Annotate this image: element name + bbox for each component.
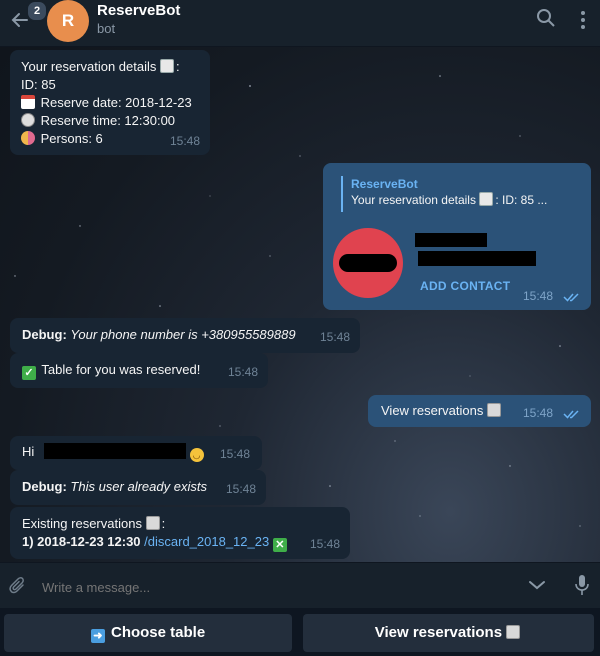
discard-command-link[interactable]: /discard_2018_12_23 (144, 534, 269, 549)
message-time: 15:48 (225, 482, 256, 496)
message-text: This user already exists (70, 479, 207, 494)
microphone-icon[interactable] (574, 574, 590, 596)
double-check-icon (563, 293, 579, 302)
redacted-contact-name (415, 233, 487, 247)
reply-text-tail: : ID: 85 ... (495, 193, 548, 207)
clipboard-icon (506, 625, 521, 639)
message-line: 1) 2018-12-23 12:30 /discard_2018_12_23 … (22, 533, 338, 552)
view-reservations-button[interactable]: View reservations (303, 614, 594, 652)
message-time: 15:48 (319, 330, 350, 344)
debug-label: Debug: (22, 479, 67, 494)
message-line: ID: 85 (21, 77, 56, 92)
keyboard-button-label: View reservations (374, 624, 503, 641)
clipboard-icon (145, 516, 160, 530)
message-time: 15:48 (522, 289, 553, 303)
reply-quote[interactable]: ReserveBot Your reservation details : ID… (341, 176, 591, 212)
message-text: Your phone number is +380955589889 (70, 327, 296, 342)
message-time: 15:48 (219, 447, 250, 461)
message-line: Reserve time: 12:30:00 (21, 112, 199, 130)
message-view-reservations: View reservations 15:48 (368, 395, 591, 427)
message-debug-user-exists: Debug: This user already exists 15:48 (10, 470, 266, 505)
double-check-icon (563, 410, 579, 419)
message-input[interactable] (40, 573, 514, 601)
message-existing-reservations: Existing reservations : 1) 2018-12-23 12… (10, 507, 350, 559)
message-time: 15:48 (227, 365, 258, 379)
reply-author: ReserveBot (351, 177, 418, 191)
redacted-contact-image (339, 254, 397, 272)
clock-icon (21, 113, 35, 127)
message-text: Existing reservations (22, 516, 142, 531)
message-line: Your reservation details : (21, 58, 199, 76)
message-table-reserved: ✓ Table for you was reserved! 15:48 (10, 353, 268, 388)
calendar-icon (21, 95, 35, 109)
message-time: 15:48 (169, 134, 200, 148)
bot-keyboard: ➜ Choose table View reservations (0, 608, 600, 656)
attach-icon[interactable] (8, 576, 28, 596)
message-greeting: Hi ◡ 15:48 (10, 436, 262, 470)
keyboard-button-label: Choose table (110, 624, 206, 641)
reservation-item: 1) 2018-12-23 12:30 (22, 534, 141, 549)
message-time: 15:48 (522, 406, 553, 420)
arrow-right-icon: ➜ (90, 629, 105, 643)
people-icon (21, 131, 35, 145)
bot-avatar[interactable]: R (47, 0, 89, 42)
message-text: Hi (22, 444, 35, 459)
redacted-contact-phone (418, 251, 536, 266)
message-text: Table for you was reserved! (41, 362, 201, 377)
chat-header: 2 R ReserveBot bot (0, 0, 600, 47)
message-text: View reservations (381, 403, 484, 418)
redacted-user-name (43, 443, 186, 459)
add-contact-button[interactable]: ADD CONTACT (420, 277, 510, 295)
avatar-letter: R (61, 11, 75, 30)
reply-text-main: Your reservation details (351, 193, 476, 207)
notepad-icon (160, 59, 175, 73)
message-text: Reserve time: 12:30:00 (40, 113, 176, 128)
unread-count-badge: 2 (26, 0, 48, 22)
cross-mark-icon: ✕ (272, 538, 287, 552)
message-input-bar (0, 562, 600, 609)
message-text: : (176, 59, 180, 74)
debug-label: Debug: (22, 327, 67, 342)
check-mark-icon: ✓ (22, 366, 36, 380)
message-text: Your reservation details (21, 59, 157, 74)
chat-title[interactable]: ReserveBot (97, 2, 180, 19)
message-contact-reply: ReserveBot Your reservation details : ID… (323, 163, 591, 310)
message-text: Reserve date: 2018-12-23 (40, 95, 192, 110)
message-text: Persons: 6 (40, 131, 103, 146)
search-icon[interactable] (536, 8, 556, 28)
choose-table-button[interactable]: ➜ Choose table (4, 614, 292, 652)
reply-text: Your reservation details : ID: 85 ... (351, 192, 591, 209)
clipboard-icon (487, 403, 501, 417)
message-text: : (161, 516, 166, 531)
message-time: 15:48 (309, 537, 340, 551)
smile-icon: ◡ (189, 448, 204, 462)
message-line: Existing reservations : (22, 515, 338, 533)
chevron-down-icon[interactable] (528, 578, 546, 592)
message-debug-phone: Debug: Your phone number is +38095558988… (10, 318, 360, 353)
message-line: Reserve date: 2018-12-23 (21, 94, 199, 112)
more-vertical-icon[interactable] (576, 10, 590, 30)
notepad-icon (479, 192, 494, 206)
contact-avatar[interactable] (333, 228, 403, 298)
message-reservation-details: Your reservation details : ID: 85 Reserv… (10, 50, 210, 155)
chat-subtitle: bot (97, 21, 116, 36)
